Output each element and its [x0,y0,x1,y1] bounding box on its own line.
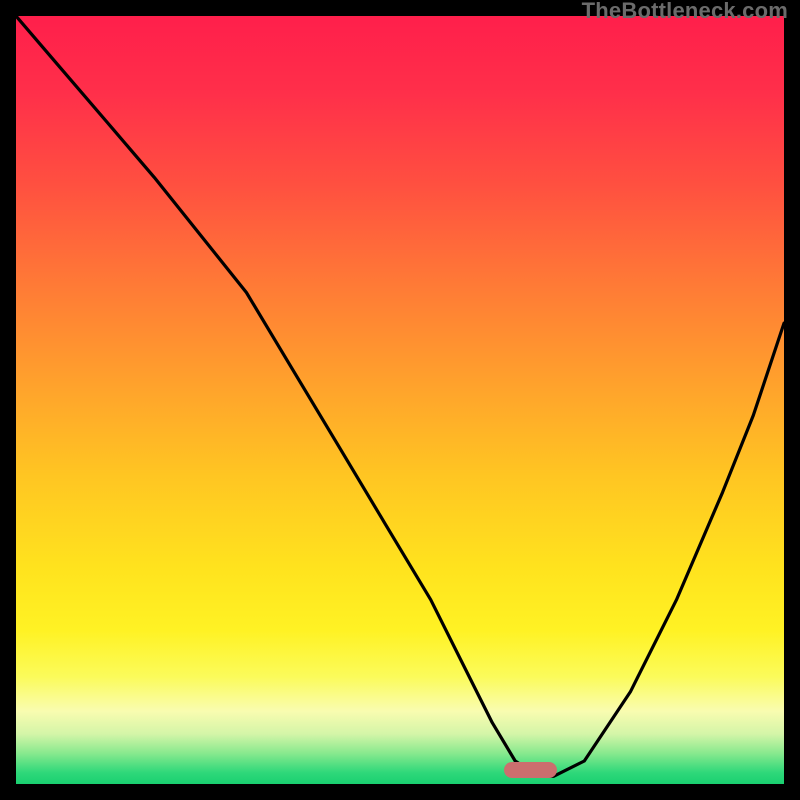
watermark-text: TheBottleneck.com [582,0,788,24]
bottleneck-curve [16,16,784,784]
plot-area [16,16,784,784]
optimal-marker [504,762,558,778]
